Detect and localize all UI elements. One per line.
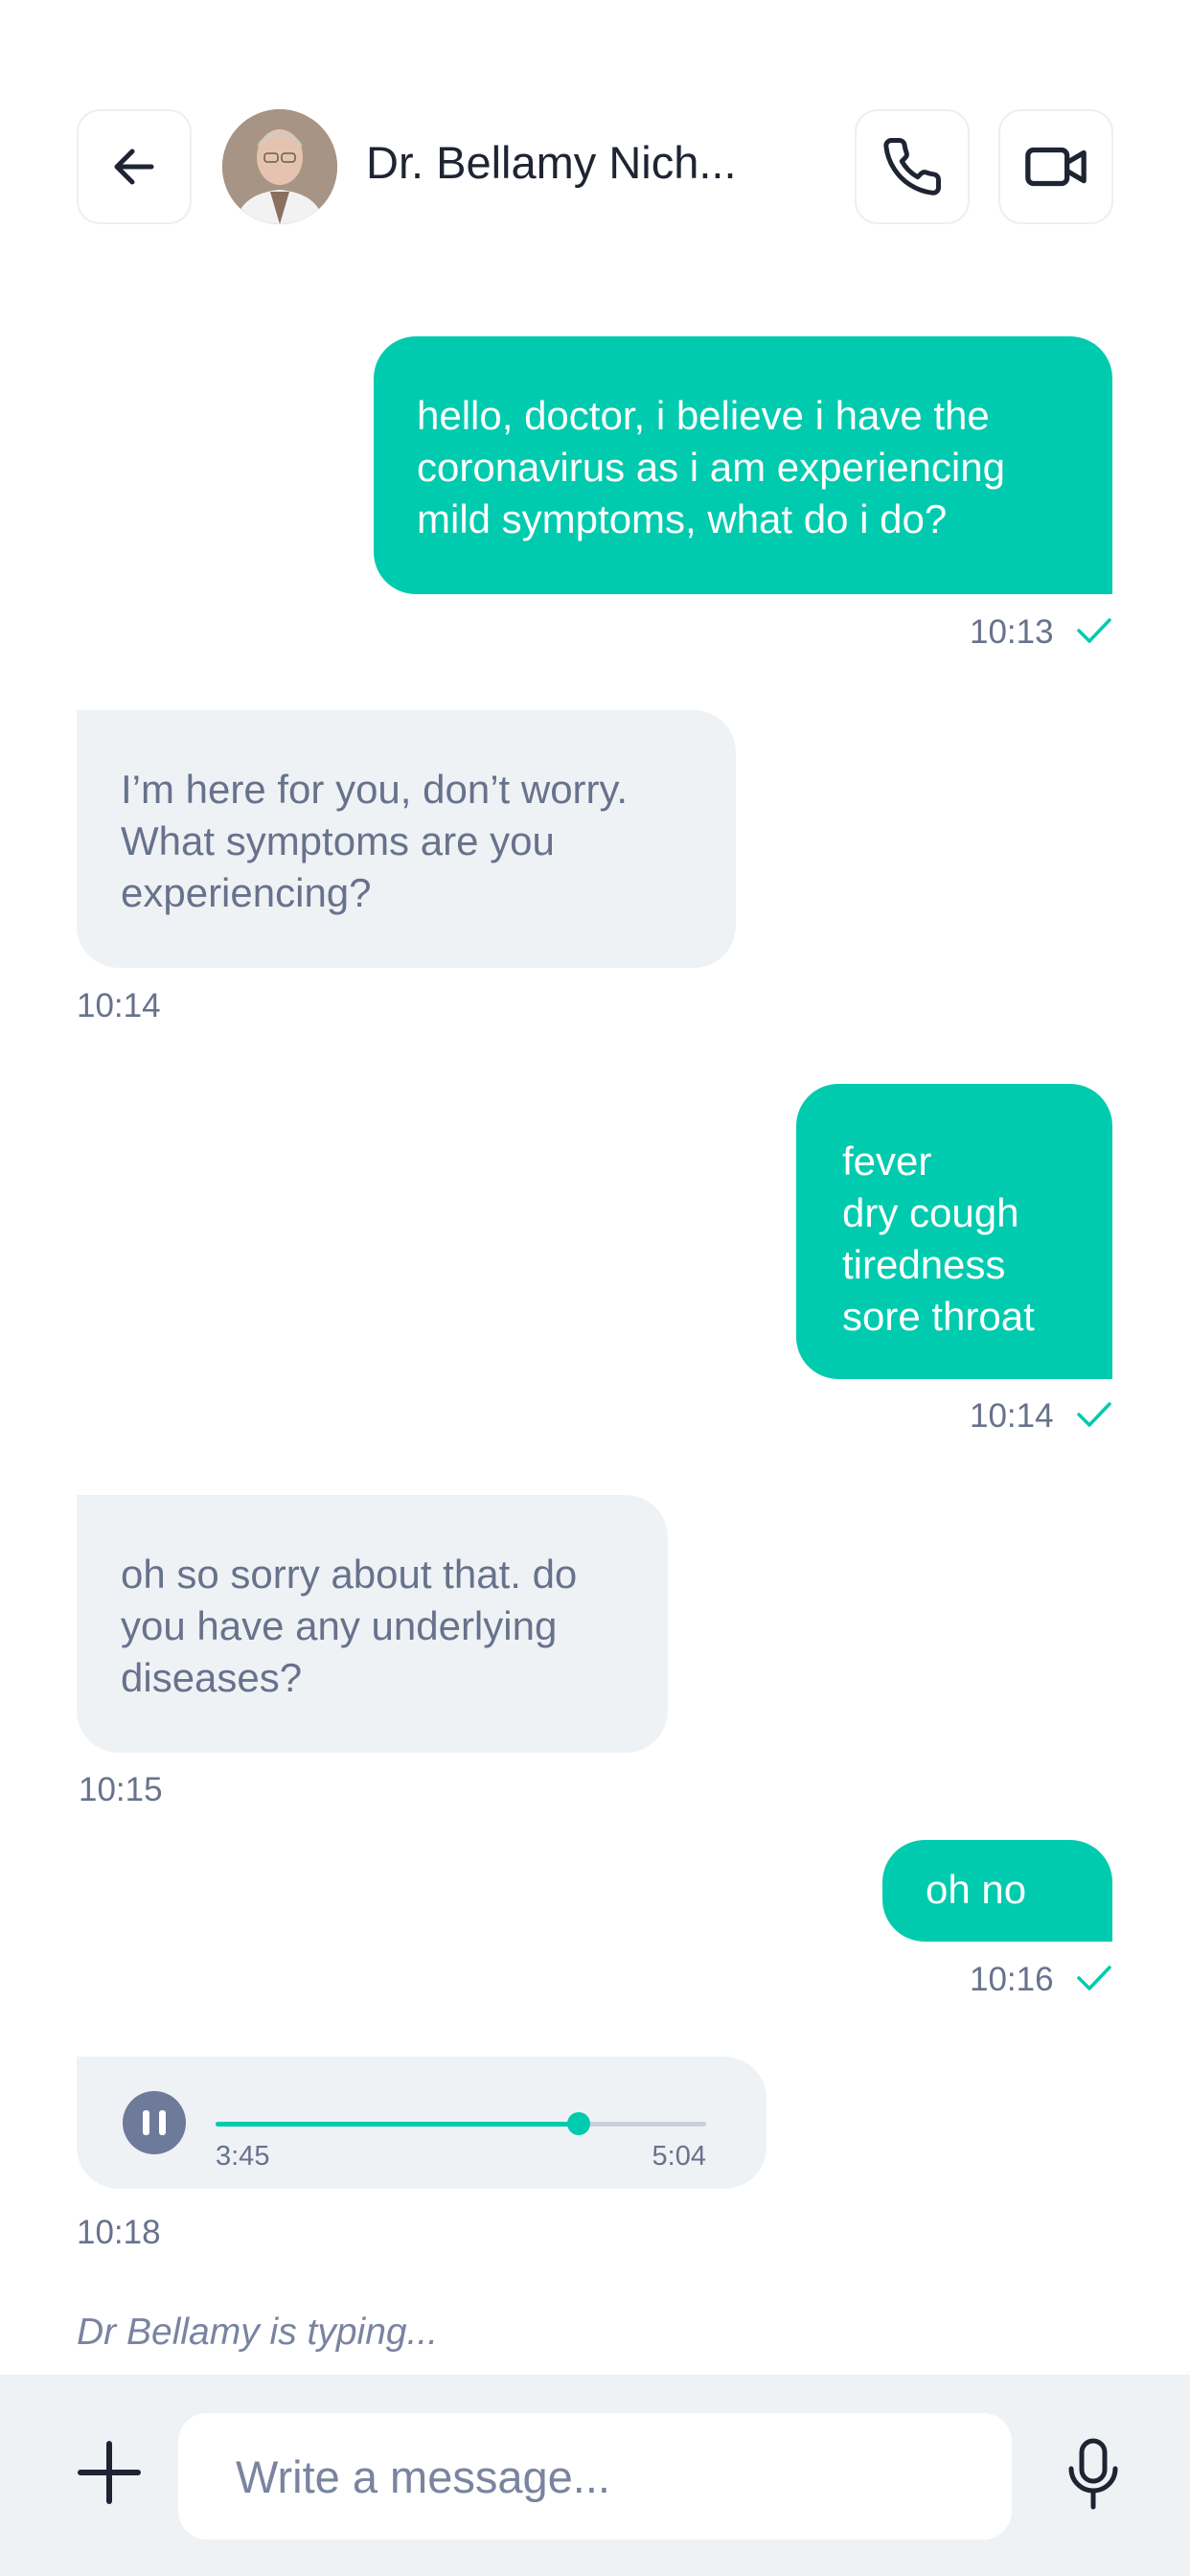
message-bubble-outgoing[interactable]: fever dry cough tiredness sore throat xyxy=(796,1084,1112,1379)
message-input[interactable] xyxy=(178,2413,1012,2540)
call-button[interactable] xyxy=(855,109,970,224)
message-timestamp: 10:18 xyxy=(77,2214,161,2251)
message-bubble-incoming[interactable]: oh so sorry about that. do you have any … xyxy=(77,1495,668,1753)
audio-progress-fill xyxy=(216,2122,579,2127)
audio-elapsed-time: 3:45 xyxy=(216,2141,270,2172)
add-attachment-button[interactable] xyxy=(77,2440,142,2505)
arrow-left-icon xyxy=(114,149,154,185)
doctor-portrait-icon xyxy=(222,109,337,224)
message-text: tiredness xyxy=(842,1242,1006,1287)
message-timestamp: 10:14 xyxy=(77,987,161,1024)
avatar[interactable] xyxy=(222,109,337,224)
message-bubble-outgoing[interactable]: hello, doctor, i believe i have the coro… xyxy=(374,336,1112,594)
message-bubble-incoming[interactable]: I’m here for you, don’t worry. What symp… xyxy=(77,710,736,968)
message-timestamp: 10:15 xyxy=(79,1771,163,1808)
phone-icon xyxy=(883,138,941,196)
video-camera-icon xyxy=(1025,147,1087,187)
message-text: mild symptoms, what do i do? xyxy=(417,496,948,541)
message-text: you have any underlying xyxy=(121,1603,558,1648)
pause-icon xyxy=(143,2110,149,2135)
message-timestamp: 10:13 xyxy=(970,613,1054,651)
video-call-button[interactable] xyxy=(998,109,1113,224)
audio-duration: 5:04 xyxy=(652,2141,706,2172)
check-icon xyxy=(1077,1966,1111,1990)
message-text: sore throat xyxy=(842,1294,1035,1339)
message-bubble-outgoing[interactable]: oh no xyxy=(882,1840,1112,1942)
back-button[interactable] xyxy=(77,109,192,224)
message-text: diseases? xyxy=(121,1655,303,1700)
message-timestamp: 10:16 xyxy=(970,1961,1054,1998)
message-text: What symptoms are you xyxy=(121,818,555,863)
message-composer xyxy=(0,2375,1190,2576)
check-icon xyxy=(1077,618,1111,643)
message-input-container xyxy=(178,2413,1012,2540)
message-timestamp: 10:14 xyxy=(970,1397,1054,1435)
message-text: fever xyxy=(842,1138,932,1184)
audio-progress-track[interactable] xyxy=(216,2112,706,2135)
message-text: oh so sorry about that. do xyxy=(121,1552,578,1597)
message-text: I’m here for you, don’t worry. xyxy=(121,767,629,812)
microphone-icon[interactable] xyxy=(1065,2438,1121,2511)
message-text: experiencing? xyxy=(121,870,372,915)
typing-indicator: Dr Bellamy is typing... xyxy=(77,2312,439,2353)
pause-button[interactable] xyxy=(123,2091,186,2154)
audio-scrubber-handle[interactable] xyxy=(566,2112,590,2135)
message-text: dry cough xyxy=(842,1190,1019,1235)
message-text: oh no xyxy=(926,1867,1027,1912)
message-text: hello, doctor, i believe i have the xyxy=(417,393,990,438)
contact-name[interactable]: Dr. Bellamy Nich... xyxy=(366,136,778,189)
chat-screen: Dr. Bellamy Nich... hello, doctor, i bel… xyxy=(0,0,1190,2576)
voice-message: 3:45 5:04 xyxy=(77,2057,767,2189)
message-text: coronavirus as i am experiencing xyxy=(417,445,1005,490)
check-icon xyxy=(1077,1402,1111,1427)
